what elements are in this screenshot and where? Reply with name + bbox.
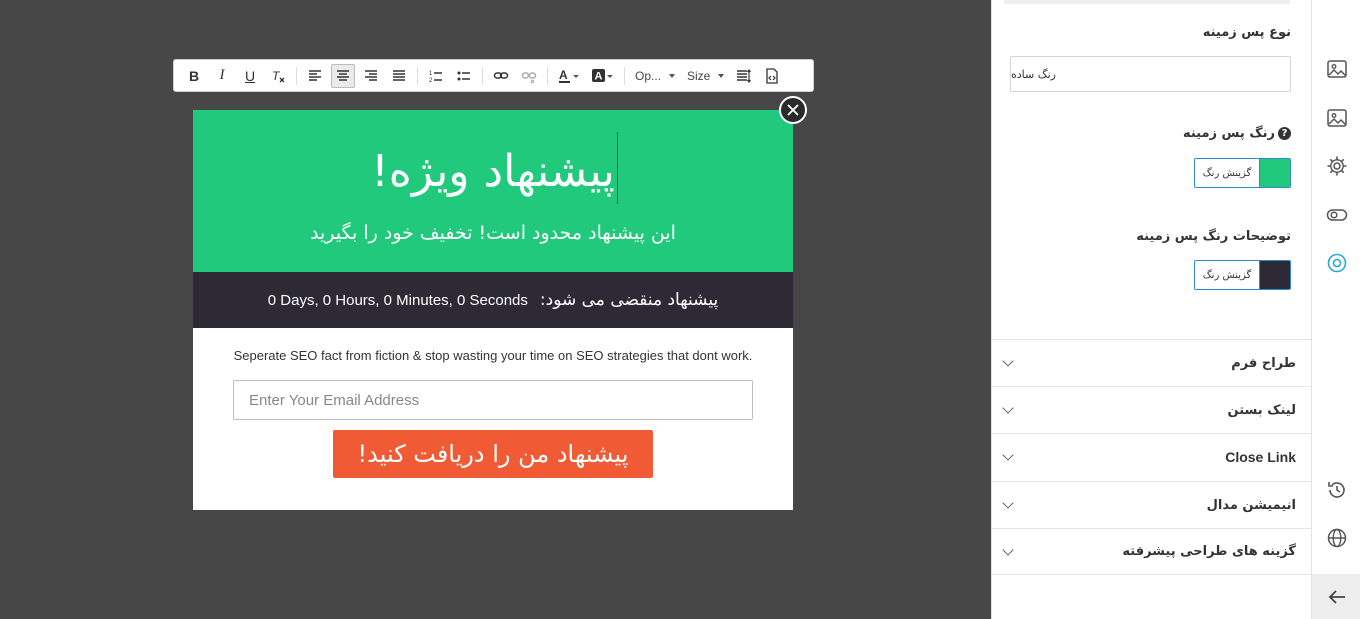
bg-color-label-row: ?رنگ پس زمینه: [1183, 126, 1291, 141]
align-center-button[interactable]: [331, 63, 355, 88]
chevron-down-icon: [1002, 355, 1014, 367]
text-color-icon: A: [559, 68, 579, 83]
source-code-button[interactable]: [760, 64, 784, 88]
section-label: لینک بستن: [1227, 402, 1296, 418]
image-icon[interactable]: [1325, 57, 1349, 81]
desc-color-picker[interactable]: گزینش رنگ: [1194, 260, 1291, 290]
bullet-list-button[interactable]: [452, 64, 476, 88]
bg-type-label: نوع پس زمینه: [1202, 25, 1291, 40]
font-size-dropdown[interactable]: Size: [681, 64, 730, 88]
link-icon: [493, 71, 509, 79]
section-advanced-design[interactable]: گزینه های طراحی پیشرفته: [992, 528, 1311, 575]
chevron-down-icon: [1002, 402, 1014, 414]
target-icon[interactable]: [1325, 251, 1349, 275]
section-label: انیمیشن مدال: [1206, 497, 1296, 513]
toolbar-divider: [624, 66, 625, 85]
popup-hero: پیشنهاد ویژه! این پیشنهاد محدود است! تخف…: [193, 110, 793, 272]
toolbar-divider: [547, 66, 548, 85]
chevron-down-icon: [1002, 497, 1014, 509]
section-form-designer[interactable]: طراح فرم: [992, 339, 1311, 386]
section-modal-animation[interactable]: انیمیشن مدال: [992, 481, 1311, 528]
line-height-icon: [737, 68, 752, 83]
section-label: طراح فرم: [1231, 355, 1296, 371]
bold-button[interactable]: B: [182, 64, 206, 88]
gear-icon[interactable]: [1325, 154, 1349, 178]
toolbar-divider: [296, 66, 297, 85]
toolbar-divider: [417, 66, 418, 85]
background-color-icon: A: [592, 68, 613, 82]
font-family-dropdown[interactable]: Op...: [629, 64, 681, 88]
chevron-down-icon: [1002, 543, 1014, 556]
align-right-button[interactable]: [359, 64, 383, 88]
chevron-down-icon: [669, 73, 676, 78]
unlink-icon: [521, 71, 537, 83]
panel-divider: [1004, 0, 1290, 4]
popup-modal: پیشنهاد ویژه! این پیشنهاد محدود است! تخف…: [193, 110, 793, 510]
countdown-time: 0 Days, 0 Hours, 0 Minutes, 0 Seconds: [267, 291, 528, 309]
back-button[interactable]: [1312, 574, 1360, 619]
align-justify-button[interactable]: [387, 64, 411, 88]
popup-title[interactable]: پیشنهاد ویژه!: [193, 144, 793, 200]
section-close-link-fa[interactable]: لینک بستن: [992, 386, 1311, 433]
section-label: گزینه های طراحی پیشرفته: [1122, 544, 1296, 559]
desc-color-swatch: [1260, 261, 1290, 289]
bullet-list-icon: [457, 71, 470, 80]
popup-tagline[interactable]: Seperate SEO fact from fiction & stop wa…: [193, 348, 793, 363]
bg-color-swatch: [1260, 159, 1290, 187]
close-icon: [787, 104, 799, 116]
desc-color-label: توضیحات رنگ پس زمینه: [1136, 229, 1291, 244]
help-icon[interactable]: ?: [1278, 127, 1291, 140]
section-label: Close Link: [1225, 449, 1296, 465]
get-offer-button[interactable]: پیشنهاد من را دریافت کنید!: [333, 430, 653, 478]
svg-text:A: A: [559, 68, 568, 82]
align-left-button[interactable]: [303, 64, 327, 88]
bg-color-picker-label: گزینش رنگ: [1195, 159, 1260, 187]
underline-button[interactable]: U: [238, 64, 262, 88]
line-height-button[interactable]: [732, 64, 756, 88]
chevron-down-icon: [718, 73, 725, 78]
text-format-toolbar: B I U T 12 A A Op... Size: [173, 59, 814, 92]
bg-color-label: رنگ پس زمینه: [1182, 126, 1275, 141]
popup-subtitle[interactable]: این پیشنهاد محدود است! تخفیف خود را بگیر…: [193, 222, 793, 244]
countdown-label[interactable]: پیشنهاد منقضی می شود:: [540, 290, 718, 310]
toolbar-divider: [482, 66, 483, 85]
svg-text:T: T: [272, 69, 281, 83]
background-image-icon[interactable]: [1325, 106, 1349, 130]
text-cursor: [617, 132, 618, 204]
background-color-button[interactable]: A: [588, 64, 618, 88]
align-right-icon: [365, 69, 377, 81]
settings-panel: نوع پس زمینه رنگ ساده ?رنگ پس زمینه گزین…: [991, 0, 1311, 619]
svg-text:2: 2: [429, 78, 433, 84]
font-family-label: Op...: [635, 68, 662, 83]
ordered-list-button[interactable]: 12: [424, 64, 448, 88]
desc-color-picker-label: گزینش رنگ: [1195, 261, 1260, 289]
align-center-icon: [337, 69, 349, 81]
arrow-left-icon: [1328, 589, 1345, 604]
chevron-down-icon: [1002, 449, 1014, 461]
svg-text:1: 1: [429, 71, 433, 77]
countdown-bar: 0 Days, 0 Hours, 0 Minutes, 0 Seconds پی…: [193, 272, 793, 328]
align-left-icon: [309, 69, 321, 81]
globe-icon[interactable]: [1325, 526, 1349, 550]
editor-canvas: B I U T 12 A A Op... Size پیشنهاد ویژه! …: [0, 0, 991, 619]
file-code-icon: [766, 67, 779, 84]
svg-text:A: A: [595, 70, 603, 82]
email-field[interactable]: [233, 380, 753, 420]
icon-rail: [1311, 0, 1360, 619]
bg-type-select[interactable]: رنگ ساده: [1010, 56, 1291, 92]
clear-format-button[interactable]: T: [266, 64, 290, 88]
font-size-label: Size: [687, 68, 711, 83]
align-justify-icon: [393, 69, 405, 81]
history-icon[interactable]: [1325, 478, 1349, 502]
unlink-button[interactable]: [517, 64, 541, 88]
clear-format-icon: T: [272, 69, 285, 83]
insert-link-button[interactable]: [489, 64, 513, 88]
italic-button[interactable]: I: [210, 64, 234, 88]
text-color-button[interactable]: A: [554, 64, 584, 88]
bg-color-picker[interactable]: گزینش رنگ: [1194, 158, 1291, 188]
ordered-list-icon: 12: [429, 71, 442, 84]
section-close-link[interactable]: Close Link: [992, 433, 1311, 480]
toggle-icon[interactable]: [1325, 203, 1349, 227]
popup-close-button[interactable]: [779, 96, 807, 124]
